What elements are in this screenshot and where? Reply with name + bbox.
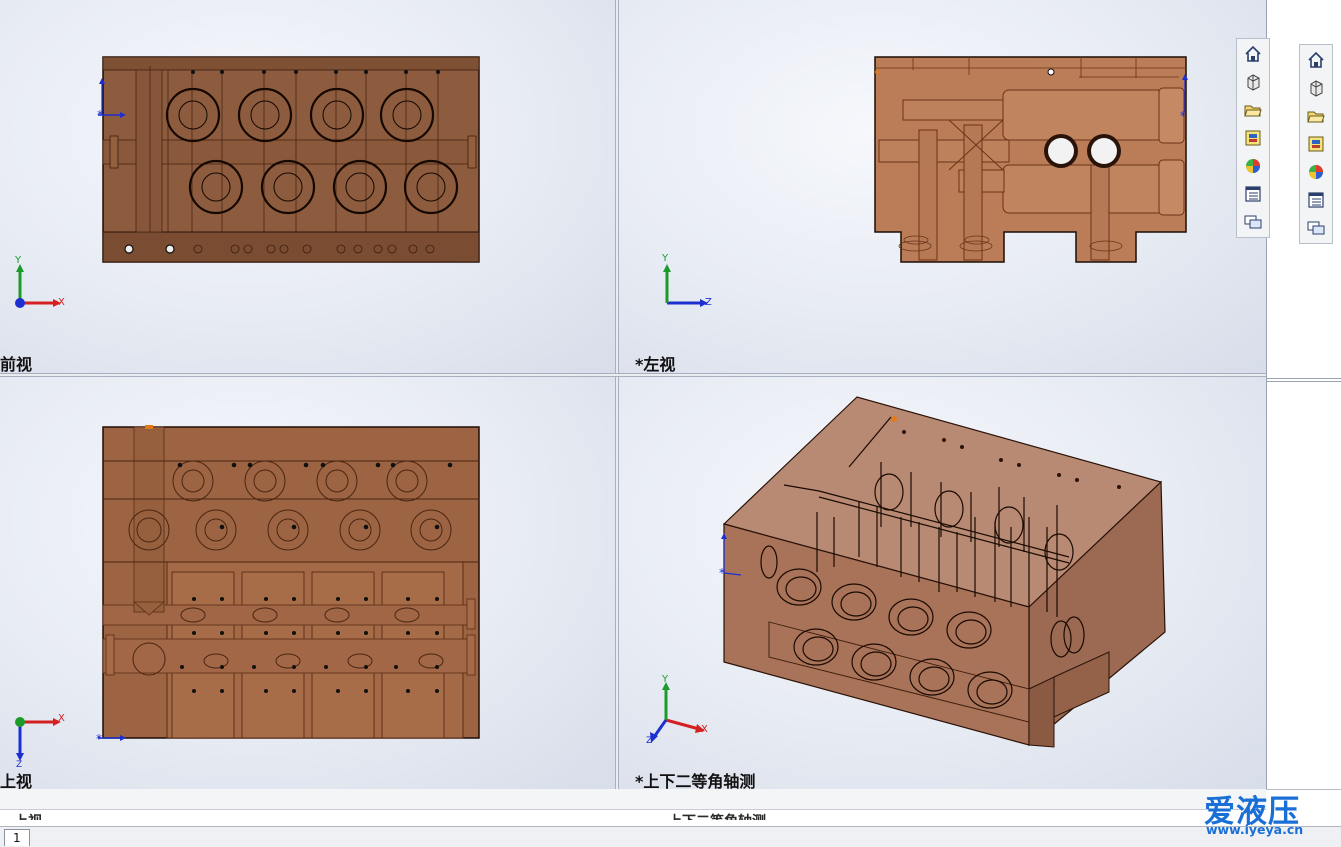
watermark-logo: 爱液压 www.iyeya.cn bbox=[1204, 786, 1338, 844]
home-icon[interactable] bbox=[1239, 41, 1267, 67]
view-label-left: *左视 bbox=[635, 355, 676, 373]
viewport-top[interactable]: * X Z 上视 bbox=[0, 377, 615, 789]
viewport-left[interactable]: * Y Z *左视 bbox=[619, 0, 1266, 373]
view-orientation-icon[interactable] bbox=[1239, 69, 1267, 95]
axis-label-x: X bbox=[58, 297, 65, 308]
appearances-icon[interactable] bbox=[1239, 153, 1267, 179]
design-library-icon[interactable] bbox=[1302, 131, 1330, 157]
forum-messages-icon[interactable] bbox=[1302, 215, 1330, 241]
open-folder-icon[interactable] bbox=[1239, 97, 1267, 123]
axis-label-y: Y bbox=[662, 674, 669, 685]
view-label-isometric: *上下二等角轴测 bbox=[635, 772, 756, 789]
axis-label-z: Z bbox=[705, 297, 712, 308]
view-label-front: 前视 bbox=[0, 355, 33, 373]
axis-label-z: Z bbox=[646, 736, 653, 746]
task-pane-tabs-left bbox=[1236, 38, 1270, 238]
svg-text:*: * bbox=[1180, 109, 1186, 123]
open-folder-icon[interactable] bbox=[1302, 103, 1330, 129]
appearances-icon[interactable] bbox=[1302, 159, 1330, 185]
svg-text:*: * bbox=[96, 732, 102, 746]
axis-label-y: Y bbox=[662, 253, 669, 264]
ghost-label-isometric: 上下二等角轴测 bbox=[668, 808, 766, 820]
home-icon[interactable] bbox=[1302, 47, 1330, 73]
second-window-strip bbox=[0, 789, 1266, 810]
svg-text:*: * bbox=[719, 566, 725, 580]
viewport-horizontal-splitter[interactable] bbox=[0, 373, 1266, 377]
file-properties-icon[interactable] bbox=[1239, 181, 1267, 207]
view-orientation-icon[interactable] bbox=[1302, 75, 1330, 101]
task-pane-tabs-right bbox=[1299, 44, 1333, 244]
viewport-isometric[interactable]: * Y X Z *上下二等角轴测 bbox=[619, 377, 1266, 789]
view-label-top: 上视 bbox=[0, 772, 33, 789]
viewport-vertical-splitter[interactable] bbox=[615, 0, 619, 789]
viewport-front[interactable]: * Y X 前视 bbox=[0, 0, 615, 373]
axis-label-y: Y bbox=[15, 255, 22, 266]
top-view-model[interactable]: * bbox=[0, 377, 615, 789]
isometric-view-model[interactable]: * bbox=[619, 377, 1266, 789]
sheet-tab[interactable]: 1 bbox=[4, 829, 30, 846]
forum-messages-icon[interactable] bbox=[1239, 209, 1267, 235]
design-library-icon[interactable] bbox=[1239, 125, 1267, 151]
watermark-url: www.iyeya.cn bbox=[1206, 822, 1304, 837]
left-view-model[interactable]: * bbox=[619, 0, 1266, 373]
front-view-model[interactable]: * bbox=[0, 0, 615, 373]
ghost-label-top: 上视 bbox=[14, 808, 42, 820]
axis-label-x: X bbox=[58, 713, 65, 724]
sheet-tab-bar: 1 bbox=[0, 826, 1341, 847]
axis-label-x: X bbox=[701, 724, 708, 735]
right-panel-splitter[interactable] bbox=[1266, 378, 1341, 382]
svg-text:*: * bbox=[97, 108, 103, 122]
file-properties-icon[interactable] bbox=[1302, 187, 1330, 213]
